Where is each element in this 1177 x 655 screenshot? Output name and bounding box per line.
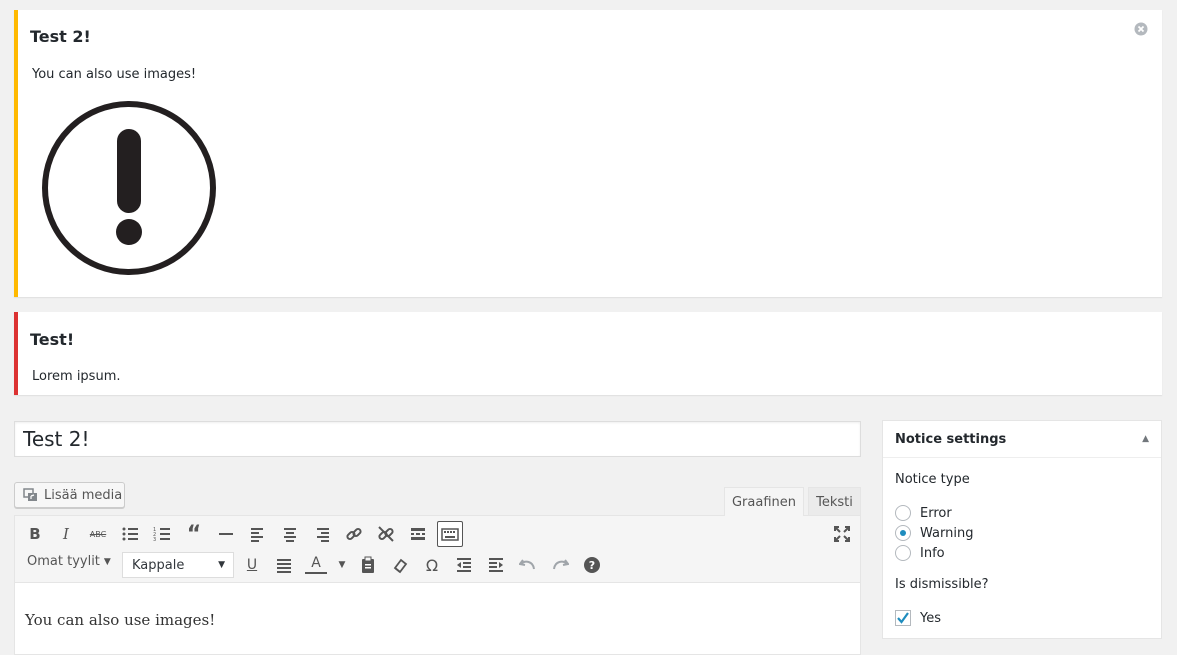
notice-type-label: Notice type xyxy=(895,472,970,487)
help-icon[interactable]: ? xyxy=(581,554,603,576)
notice-body: You can also use images! xyxy=(32,67,197,82)
radio-button[interactable] xyxy=(895,525,911,541)
radio-button[interactable] xyxy=(895,505,911,521)
panel-header[interactable]: Notice settings ▲ xyxy=(883,421,1161,458)
bold-icon[interactable]: B xyxy=(24,523,46,545)
checkbox-label: Yes xyxy=(920,610,941,626)
styles-dropdown[interactable]: Omat tyylit ▼ xyxy=(27,554,111,569)
align-left-icon[interactable] xyxy=(247,523,269,545)
exclamation-image xyxy=(42,101,216,275)
notice-title: Test! xyxy=(30,330,75,349)
dismiss-icon[interactable] xyxy=(1134,22,1148,36)
horizontal-line-icon[interactable] xyxy=(215,523,237,545)
error-notice: Test! Lorem ipsum. xyxy=(14,312,1162,395)
post-title-input[interactable] xyxy=(14,421,861,457)
checkmark-icon xyxy=(897,612,909,624)
svg-text:3: 3 xyxy=(153,537,156,543)
tab-label: Teksti xyxy=(816,494,853,510)
redo-icon[interactable] xyxy=(549,554,571,576)
notice-body: Lorem ipsum. xyxy=(32,369,121,384)
justify-icon[interactable] xyxy=(273,554,295,576)
read-more-icon[interactable] xyxy=(407,523,429,545)
chevron-down-icon: ▼ xyxy=(218,560,225,570)
underline-icon[interactable]: U xyxy=(241,554,263,576)
dismissible-checkbox-row[interactable]: Yes xyxy=(895,610,941,626)
strikethrough-icon[interactable]: ABC xyxy=(87,523,109,545)
editor-toolbar: B I ABC 123 “ Omat tyylit ▼ Kappale ▼ U … xyxy=(15,516,860,583)
bullet-list-icon[interactable] xyxy=(119,523,141,545)
clear-formatting-icon[interactable] xyxy=(389,554,411,576)
link-icon[interactable] xyxy=(343,523,365,545)
unlink-icon[interactable] xyxy=(375,523,397,545)
radio-error[interactable]: Error xyxy=(895,505,952,521)
radio-label: Error xyxy=(920,505,952,521)
radio-info[interactable]: Info xyxy=(895,545,945,561)
add-media-button[interactable]: Lisää media xyxy=(14,482,125,508)
add-media-label: Lisää media xyxy=(44,487,123,503)
styles-label: Omat tyylit xyxy=(27,554,100,569)
align-right-icon[interactable] xyxy=(311,523,333,545)
radio-warning[interactable]: Warning xyxy=(895,525,973,541)
media-icon xyxy=(23,488,37,501)
italic-icon[interactable]: I xyxy=(55,523,77,545)
editor-content[interactable]: You can also use images! xyxy=(25,611,215,629)
blockquote-icon[interactable]: “ xyxy=(183,522,205,547)
tab-text[interactable]: Teksti xyxy=(808,487,861,516)
undo-icon[interactable] xyxy=(517,554,539,576)
format-select[interactable]: Kappale ▼ xyxy=(122,552,234,578)
svg-text:?: ? xyxy=(589,559,595,572)
editor: B I ABC 123 “ Omat tyylit ▼ Kappale ▼ U … xyxy=(14,515,861,655)
indent-icon[interactable] xyxy=(485,554,507,576)
text-color-icon[interactable]: A xyxy=(305,554,327,574)
collapse-arrow-icon[interactable]: ▲ xyxy=(1142,434,1149,444)
radio-label: Warning xyxy=(920,525,974,541)
special-character-icon[interactable]: Ω xyxy=(421,554,443,576)
warning-notice: Test 2! You can also use images! xyxy=(14,10,1162,297)
toolbar-toggle-icon[interactable] xyxy=(437,521,463,547)
tab-visual[interactable]: Graafinen xyxy=(724,487,804,516)
tab-label: Graafinen xyxy=(731,494,797,510)
numbered-list-icon[interactable]: 123 xyxy=(151,523,173,545)
notice-title: Test 2! xyxy=(30,27,91,46)
chevron-down-icon: ▼ xyxy=(103,556,111,567)
notice-settings-panel: Notice settings ▲ Notice type Error Warn… xyxy=(882,420,1162,639)
radio-button[interactable] xyxy=(895,545,911,561)
chevron-down-icon[interactable]: ▼ xyxy=(331,554,353,576)
radio-label: Info xyxy=(920,545,945,561)
checkbox[interactable] xyxy=(895,610,911,626)
format-select-value: Kappale xyxy=(132,557,185,573)
paste-text-icon[interactable] xyxy=(357,554,379,576)
outdent-icon[interactable] xyxy=(453,554,475,576)
align-center-icon[interactable] xyxy=(279,523,301,545)
fullscreen-icon[interactable] xyxy=(831,523,853,545)
panel-title: Notice settings xyxy=(895,431,1007,447)
dismissible-label: Is dismissible? xyxy=(895,577,989,592)
